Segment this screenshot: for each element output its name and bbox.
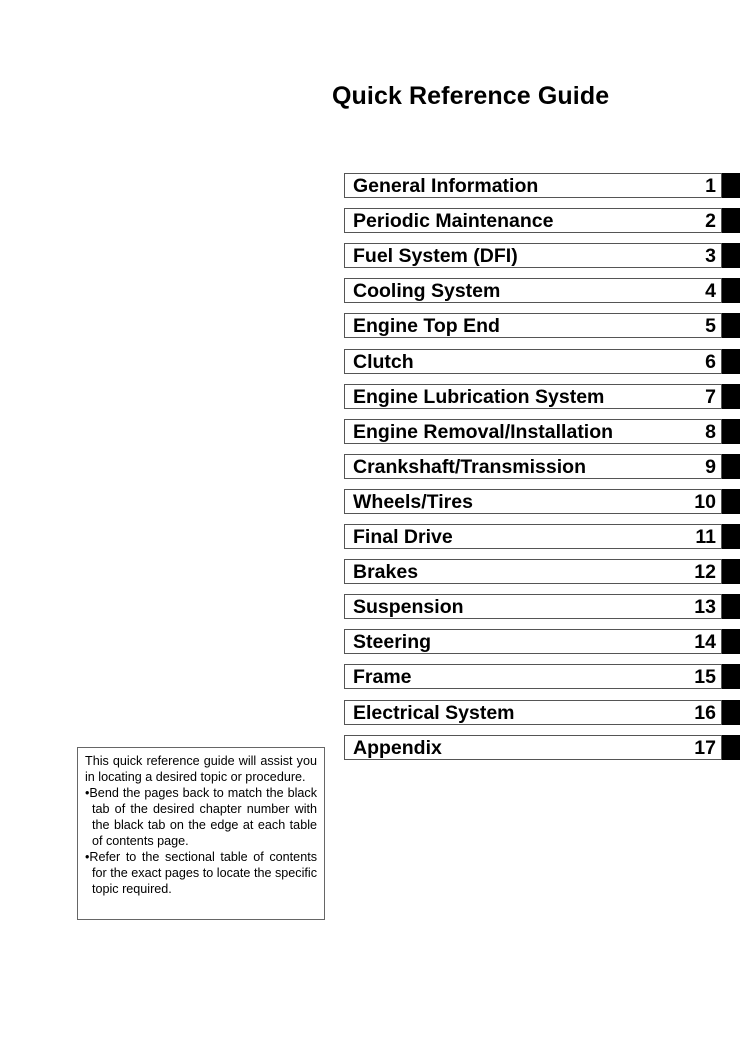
chapter-link[interactable]: Engine Top End 5 bbox=[344, 313, 722, 339]
chapter-number: 12 bbox=[694, 561, 716, 584]
chapter-row[interactable]: Cooling System 4 bbox=[344, 278, 740, 304]
chapter-black-tab bbox=[722, 488, 740, 514]
chapter-row[interactable]: Suspension 13 bbox=[344, 594, 740, 620]
chapter-black-tab bbox=[722, 524, 740, 549]
chapter-black-tab bbox=[722, 594, 740, 620]
chapter-row[interactable]: Wheels/Tires 10 bbox=[344, 488, 740, 514]
chapter-link[interactable]: Clutch 6 bbox=[344, 348, 722, 374]
chapter-number: 4 bbox=[705, 280, 716, 303]
chapter-title: Crankshaft/Transmission bbox=[353, 455, 586, 478]
chapter-number: 1 bbox=[705, 175, 716, 197]
chapter-link[interactable]: Engine Lubrication System 7 bbox=[344, 383, 722, 409]
chapter-link[interactable]: Electrical System 16 bbox=[344, 699, 722, 725]
chapter-link[interactable]: Cooling System 4 bbox=[344, 278, 722, 304]
chapter-title: Frame bbox=[353, 666, 412, 689]
chapter-link[interactable]: Appendix 17 bbox=[344, 734, 722, 760]
chapter-black-tab bbox=[722, 173, 740, 198]
chapter-row[interactable]: Appendix 17 bbox=[344, 734, 740, 760]
chapter-black-tab bbox=[722, 559, 740, 585]
chapter-link[interactable]: Steering 14 bbox=[344, 629, 722, 655]
chapter-black-tab bbox=[722, 278, 740, 304]
chapter-black-tab bbox=[722, 348, 740, 374]
chapter-title: Cooling System bbox=[353, 280, 501, 303]
chapter-number: 6 bbox=[705, 350, 716, 373]
chapter-title: Periodic Maintenance bbox=[353, 210, 554, 233]
chapter-row[interactable]: Electrical System 16 bbox=[344, 699, 740, 725]
chapter-link[interactable]: Crankshaft/Transmission 9 bbox=[344, 453, 722, 479]
chapter-number: 3 bbox=[705, 245, 716, 268]
chapter-number: 5 bbox=[705, 315, 716, 338]
instruction-bullet: •Bend the pages back to match the black … bbox=[85, 786, 317, 848]
chapter-link[interactable]: Brakes 12 bbox=[344, 559, 722, 585]
chapter-title: Suspension bbox=[353, 596, 464, 619]
chapter-title: Clutch bbox=[353, 350, 414, 373]
chapter-link[interactable]: Suspension 13 bbox=[344, 594, 722, 620]
chapter-title: Fuel System (DFI) bbox=[353, 245, 518, 268]
chapter-title: Electrical System bbox=[353, 701, 515, 724]
chapter-black-tab bbox=[722, 418, 740, 444]
chapter-title: General Information bbox=[353, 175, 539, 197]
chapter-row[interactable]: Engine Top End 5 bbox=[344, 313, 740, 339]
chapter-black-tab bbox=[722, 243, 740, 269]
chapter-number: 7 bbox=[705, 385, 716, 408]
chapter-black-tab bbox=[722, 453, 740, 479]
chapter-black-tab bbox=[722, 734, 740, 760]
intro-text: This quick reference guide will assist y… bbox=[85, 754, 317, 784]
chapter-black-tab bbox=[722, 699, 740, 725]
chapter-title: Final Drive bbox=[353, 526, 453, 548]
chapter-black-tab bbox=[722, 313, 740, 339]
chapter-row[interactable]: Frame 15 bbox=[344, 664, 740, 690]
chapter-number: 10 bbox=[694, 490, 716, 513]
page-title: Quick Reference Guide bbox=[332, 82, 610, 110]
chapter-title: Steering bbox=[353, 631, 432, 654]
chapter-link[interactable]: Periodic Maintenance 2 bbox=[344, 208, 722, 234]
chapter-number: 17 bbox=[694, 736, 716, 759]
chapter-number: 15 bbox=[694, 666, 716, 689]
chapter-black-tab bbox=[722, 383, 740, 409]
chapter-link[interactable]: Wheels/Tires 10 bbox=[344, 488, 722, 514]
chapter-title: Engine Lubrication System bbox=[353, 385, 605, 408]
chapter-number: 11 bbox=[695, 526, 716, 548]
chapter-row[interactable]: Fuel System (DFI) 3 bbox=[344, 243, 740, 269]
chapter-row[interactable]: General Information 1 bbox=[344, 173, 740, 198]
chapter-black-tab bbox=[722, 629, 740, 655]
chapter-row[interactable]: Crankshaft/Transmission 9 bbox=[344, 453, 740, 479]
chapter-number: 9 bbox=[705, 455, 716, 478]
chapter-number: 8 bbox=[705, 420, 716, 443]
chapter-row[interactable]: Steering 14 bbox=[344, 629, 740, 655]
chapter-black-tab bbox=[722, 208, 740, 234]
usage-instructions-box: This quick reference guide will assist y… bbox=[77, 747, 325, 920]
chapter-row[interactable]: Engine Removal/Installation 8 bbox=[344, 418, 740, 444]
chapter-number: 16 bbox=[694, 701, 716, 724]
chapter-title: Wheels/Tires bbox=[353, 490, 473, 513]
chapter-row[interactable]: Clutch 6 bbox=[344, 348, 740, 374]
chapter-row[interactable]: Engine Lubrication System 7 bbox=[344, 383, 740, 409]
chapter-row[interactable]: Final Drive 11 bbox=[344, 524, 740, 549]
chapter-row[interactable]: Periodic Maintenance 2 bbox=[344, 208, 740, 234]
chapter-title: Brakes bbox=[353, 561, 419, 584]
chapter-number: 14 bbox=[694, 631, 716, 654]
chapter-link[interactable]: Final Drive 11 bbox=[344, 524, 722, 549]
chapter-number: 2 bbox=[705, 210, 716, 233]
chapter-black-tab bbox=[722, 664, 740, 690]
chapter-title: Engine Top End bbox=[353, 315, 500, 338]
chapter-link[interactable]: Engine Removal/Installation 8 bbox=[344, 418, 722, 444]
chapter-link[interactable]: General Information 1 bbox=[344, 173, 722, 198]
instruction-bullet: •Refer to the sectional table of content… bbox=[85, 850, 317, 896]
chapter-title: Appendix bbox=[353, 736, 442, 759]
chapter-link[interactable]: Fuel System (DFI) 3 bbox=[344, 243, 722, 269]
chapter-link[interactable]: Frame 15 bbox=[344, 664, 722, 690]
chapter-row[interactable]: Brakes 12 bbox=[344, 559, 740, 585]
chapter-title: Engine Removal/Installation bbox=[353, 420, 614, 443]
chapter-number: 13 bbox=[694, 596, 716, 619]
